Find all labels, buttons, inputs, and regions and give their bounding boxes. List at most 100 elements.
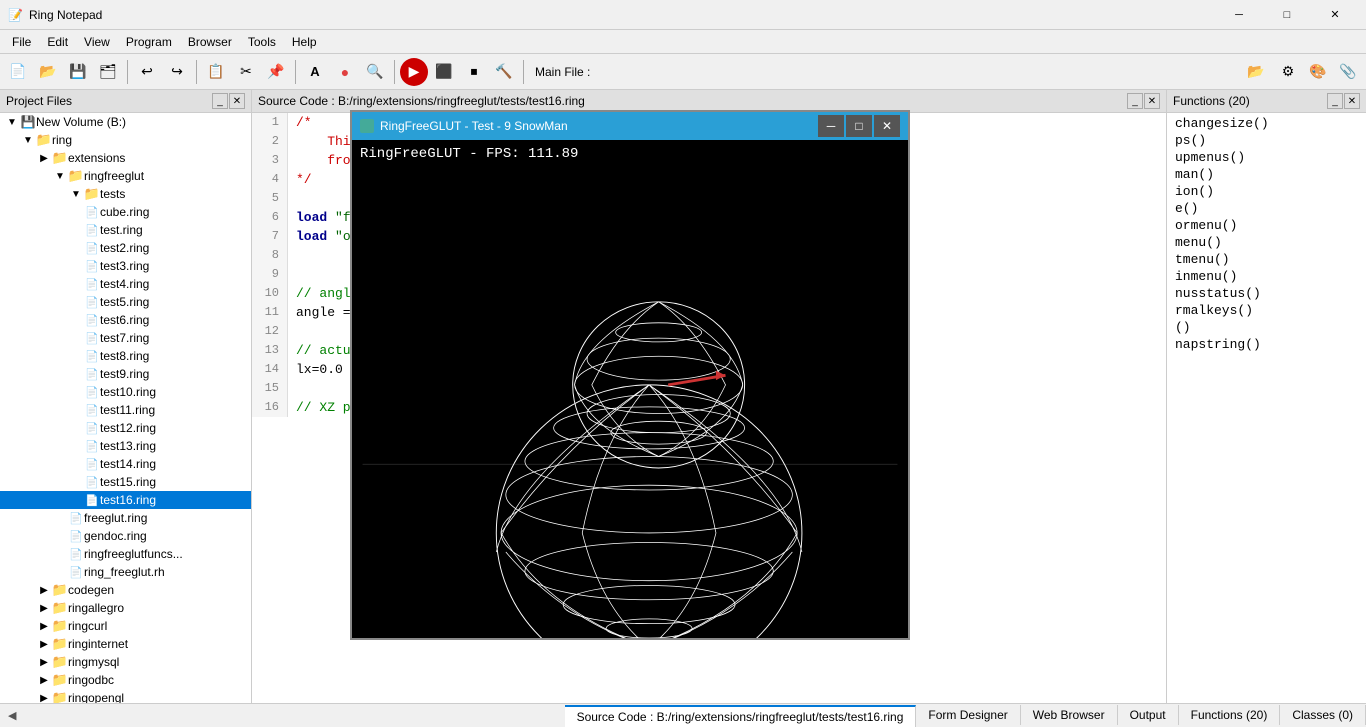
menu-file[interactable]: File [4,33,39,51]
tb-undo[interactable]: ↩ [133,58,161,86]
menu-view[interactable]: View [76,33,118,51]
tree-cube-ring[interactable]: 📄 cube.ring [0,203,251,221]
func-empty[interactable]: () [1167,319,1366,336]
status-tab-classes[interactable]: Classes (0) [1280,705,1366,725]
tb-save[interactable]: 💾 [64,58,92,86]
tree-test15-ring[interactable]: 📄 test15.ring [0,473,251,491]
tree-ring-freeglut-rh[interactable]: 📄 ring_freeglut.rh [0,563,251,581]
tb-paste[interactable]: 📌 [262,58,290,86]
func-nusstatus[interactable]: nusstatus() [1167,285,1366,302]
tb-run[interactable]: ▶ [400,58,428,86]
editor-panel-minimize[interactable]: _ [1127,93,1143,109]
tree-ringallegro[interactable]: ▶ 📁 ringallegro [0,599,251,617]
tree-test13-ring[interactable]: 📄 test13.ring [0,437,251,455]
tb-copy[interactable]: 📋 [202,58,230,86]
func-man[interactable]: man() [1167,166,1366,183]
tree-test9-ring[interactable]: 📄 test9.ring [0,365,251,383]
snowman-close-button[interactable]: ✕ [874,115,900,137]
tree-ringmysql[interactable]: ▶ 📁 ringmysql [0,653,251,671]
func-ormenu[interactable]: ormenu() [1167,217,1366,234]
functions-panel-minimize[interactable]: _ [1327,93,1343,109]
project-tree: ▼ 💾 New Volume (B:) ▼ 📁 ring ▶ 📁 extensi… [0,113,251,703]
status-path: ◀ [8,710,16,722]
tb-font[interactable]: A [301,58,329,86]
func-tmenu[interactable]: tmenu() [1167,251,1366,268]
tb-settings[interactable]: ⚙ [1274,58,1302,86]
functions-panel-close[interactable]: ✕ [1344,93,1360,109]
menu-tools[interactable]: Tools [240,33,284,51]
func-ps[interactable]: ps() [1167,132,1366,149]
func-rmalkeys[interactable]: rmalkeys() [1167,302,1366,319]
tree-test7-ring[interactable]: 📄 test7.ring [0,329,251,347]
func-e[interactable]: e() [1167,200,1366,217]
tree-test6-ring[interactable]: 📄 test6.ring [0,311,251,329]
tb-open[interactable]: 📂 [34,58,62,86]
snowman-maximize-button[interactable]: □ [846,115,872,137]
func-menu[interactable]: menu() [1167,234,1366,251]
tree-test2-ring[interactable]: 📄 test2.ring [0,239,251,257]
tree-tests-folder[interactable]: ▼ 📁 tests [0,185,251,203]
tb-open-folder[interactable]: 📂 [1242,58,1270,86]
func-napstring[interactable]: napstring() [1167,336,1366,353]
tb-stop[interactable]: ⏹ [460,58,488,86]
tb-extra[interactable]: 📎 [1334,58,1362,86]
tb-new[interactable]: 📄 [4,58,32,86]
tree-ringfreeglutfuncs[interactable]: 📄 ringfreeglutfuncs... [0,545,251,563]
tb-color[interactable]: ● [331,58,359,86]
func-ion[interactable]: ion() [1167,183,1366,200]
func-inmenu[interactable]: inmenu() [1167,268,1366,285]
tree-gendoc-ring[interactable]: 📄 gendoc.ring [0,527,251,545]
tree-test5-ring[interactable]: 📄 test5.ring [0,293,251,311]
project-panel-close[interactable]: ✕ [229,93,245,109]
functions-list: changesize() ps() upmenus() man() ion() … [1167,113,1366,703]
menu-browser[interactable]: Browser [180,33,240,51]
tb-cut[interactable]: ✂ [232,58,260,86]
snowman-minimize-button[interactable]: ─ [818,115,844,137]
tb-debug[interactable]: ⬛ [430,58,458,86]
editor-panel-close[interactable]: ✕ [1144,93,1160,109]
tree-ringinternet[interactable]: ▶ 📁 ringinternet [0,635,251,653]
tree-ring-folder[interactable]: ▼ 📁 ring [0,131,251,149]
test-file-icon: 📄 [84,222,100,238]
tb-save-all[interactable]: 🗂 [94,58,122,86]
tree-root[interactable]: ▼ 💾 New Volume (B:) [0,113,251,131]
tb-build[interactable]: 🔨 [490,58,518,86]
editor-panel-controls: _ ✕ [1127,93,1160,109]
menu-help[interactable]: Help [284,33,325,51]
status-tab-source[interactable]: Source Code : B:/ring/extensions/ringfre… [565,705,917,727]
tree-ringodbc[interactable]: ▶ 📁 ringodbc [0,671,251,689]
tree-ringfreeglut-label: ringfreeglut [84,169,144,183]
tree-codegen[interactable]: ▶ 📁 codegen [0,581,251,599]
tree-test11-ring[interactable]: 📄 test11.ring [0,401,251,419]
menu-program[interactable]: Program [118,33,180,51]
tb-redo[interactable]: ↪ [163,58,191,86]
tree-test10-ring[interactable]: 📄 test10.ring [0,383,251,401]
status-tab-output[interactable]: Output [1118,705,1179,725]
menu-edit[interactable]: Edit [39,33,76,51]
tree-ringcurl[interactable]: ▶ 📁 ringcurl [0,617,251,635]
tree-ringopengl[interactable]: ▶ 📁 ringopengl [0,689,251,703]
tree-test-ring[interactable]: 📄 test.ring [0,221,251,239]
drive-icon: 💾 [20,114,36,130]
tb-search[interactable]: 🔍 [361,58,389,86]
tree-test12-ring[interactable]: 📄 test12.ring [0,419,251,437]
tb-theme[interactable]: 🎨 [1304,58,1332,86]
tree-test4-ring[interactable]: 📄 test4.ring [0,275,251,293]
status-tab-form-designer[interactable]: Form Designer [916,705,1020,725]
tree-ringfreeglut-folder[interactable]: ▼ 📁 ringfreeglut [0,167,251,185]
project-panel-minimize[interactable]: _ [212,93,228,109]
tree-test14-ring[interactable]: 📄 test14.ring [0,455,251,473]
minimize-button[interactable]: ─ [1216,0,1262,30]
snowman-window[interactable]: RingFreeGLUT - Test - 9 SnowMan ─ □ ✕ Ri… [350,110,910,640]
status-tab-web-browser[interactable]: Web Browser [1021,705,1118,725]
close-button[interactable]: ✕ [1312,0,1358,30]
tree-test3-ring[interactable]: 📄 test3.ring [0,257,251,275]
func-changesize[interactable]: changesize() [1167,115,1366,132]
maximize-button[interactable]: □ [1264,0,1310,30]
func-upmenus[interactable]: upmenus() [1167,149,1366,166]
tree-extensions-folder[interactable]: ▶ 📁 extensions [0,149,251,167]
tree-test16-ring[interactable]: 📄 test16.ring [0,491,251,509]
status-tab-functions[interactable]: Functions (20) [1179,705,1281,725]
tree-test8-ring[interactable]: 📄 test8.ring [0,347,251,365]
tree-freeglut-ring[interactable]: 📄 freeglut.ring [0,509,251,527]
